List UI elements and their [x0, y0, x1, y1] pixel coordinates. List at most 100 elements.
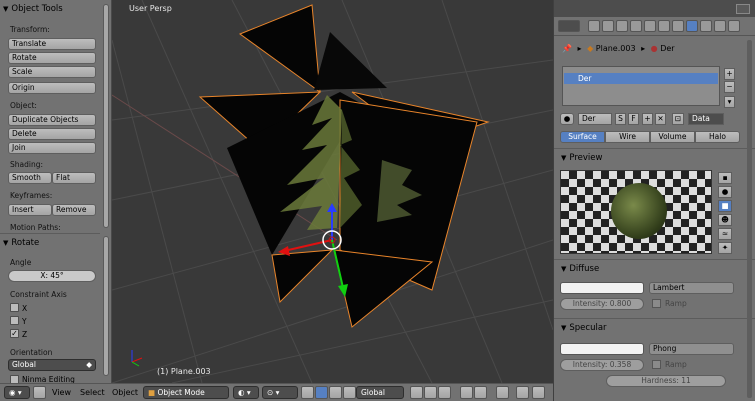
collapse-triangle-icon: ▼	[561, 324, 567, 332]
manipulator-toggle-icon[interactable]	[301, 386, 314, 399]
origin-button[interactable]: Origin	[8, 82, 96, 94]
remove-slot-button[interactable]: −	[724, 81, 735, 93]
new-material-button[interactable]: +	[642, 113, 653, 125]
3d-viewport[interactable]: User Persp (1) Plane.003	[112, 0, 553, 383]
duplicate-objects-button[interactable]: Duplicate Objects	[8, 114, 96, 126]
preview-flat-icon[interactable]: ▪	[718, 172, 732, 184]
snap-element-icon[interactable]	[474, 386, 487, 399]
translate-manipulator-icon[interactable]	[315, 386, 328, 399]
render-tab-icon[interactable]	[588, 20, 600, 32]
viewport-shading-select[interactable]: ◐ ▾	[233, 386, 259, 399]
link-value: Data	[692, 114, 710, 123]
material-slot-list: Der	[562, 66, 720, 106]
editor-type-icon[interactable]	[558, 20, 580, 32]
insert-keyframe-button[interactable]: Insert	[8, 204, 52, 216]
specular-color-swatch[interactable]	[560, 343, 644, 355]
menu-collapse-icon[interactable]	[33, 386, 46, 399]
view-menu[interactable]: View	[52, 388, 71, 397]
collapse-triangle-icon: ▼	[3, 239, 9, 247]
layer-button-2-icon[interactable]	[424, 386, 437, 399]
smooth-button[interactable]: Smooth	[8, 172, 52, 184]
translate-button[interactable]: Translate	[8, 38, 96, 50]
pivot-point-select[interactable]: ⊙ ▾	[262, 386, 298, 399]
proportional-edit-icon[interactable]	[496, 386, 509, 399]
select-menu[interactable]: Select	[80, 388, 105, 397]
tab-wire[interactable]: Wire	[605, 131, 650, 143]
tab-halo[interactable]: Halo	[695, 131, 740, 143]
angle-field[interactable]: X: 45°	[8, 270, 96, 282]
preview-hair-icon[interactable]: ≈	[718, 228, 732, 240]
browse-material-icon[interactable]: ●	[560, 113, 574, 125]
specular-shader-select[interactable]: Phong	[649, 343, 734, 355]
fake-user-button[interactable]: S	[615, 113, 626, 125]
tab-surface[interactable]: Surface	[560, 131, 605, 143]
constraints-tab-icon[interactable]	[644, 20, 656, 32]
world-tab-icon[interactable]	[616, 20, 628, 32]
orientation-select[interactable]: Global ◆	[8, 359, 96, 371]
texture-tab-icon[interactable]	[700, 20, 712, 32]
particles-tab-icon[interactable]	[714, 20, 726, 32]
pin-icon[interactable]: 📌	[562, 44, 572, 53]
remove-keyframe-button[interactable]: Remove	[52, 204, 96, 216]
layer-button-1-icon[interactable]	[410, 386, 423, 399]
diffuse-shader-select[interactable]: Lambert	[649, 282, 734, 294]
mode-select[interactable]: ■ Object Mode	[143, 386, 229, 399]
physics-tab-icon[interactable]	[728, 20, 740, 32]
diffuse-color-swatch[interactable]	[560, 282, 644, 294]
preview-sphere-icon[interactable]: ●	[718, 186, 732, 198]
corner-widget-icon[interactable]	[736, 4, 750, 14]
material-slot-item[interactable]: Der	[564, 73, 718, 84]
diffuse-intensity-slider[interactable]: Intensity: 0.800	[560, 298, 644, 310]
axis-z-checkbox[interactable]: ✓	[10, 329, 19, 338]
editor-type-select[interactable]: ◉ ▾	[4, 386, 30, 399]
rotate-manipulator-icon[interactable]	[329, 386, 342, 399]
object-tools-panel-title[interactable]: ▼ Object Tools	[3, 4, 63, 14]
object-tab-icon[interactable]	[630, 20, 642, 32]
rotate-button[interactable]: Rotate	[8, 52, 96, 64]
slot-specials-button[interactable]: ▾	[724, 96, 735, 108]
render-anim-icon[interactable]	[532, 386, 545, 399]
scale-button[interactable]: Scale	[8, 66, 96, 78]
material-name-field[interactable]: Der	[578, 113, 612, 125]
rotate-operator-panel-title[interactable]: ▼ Rotate	[3, 238, 39, 248]
material-tab-icon[interactable]	[686, 20, 698, 32]
link-select[interactable]: Data	[688, 113, 724, 125]
transform-orientation-value: Global	[361, 388, 385, 397]
layer-button-3-icon[interactable]	[438, 386, 451, 399]
hardness-field[interactable]: Hardness: 11	[606, 375, 726, 387]
flat-button[interactable]: Flat	[52, 172, 96, 184]
render-still-icon[interactable]	[516, 386, 529, 399]
object-menu[interactable]: Object	[112, 388, 138, 397]
preview-panel-header[interactable]: ▼ Preview	[561, 153, 602, 163]
modifiers-tab-icon[interactable]	[658, 20, 670, 32]
transform-orientation-select[interactable]: Global	[356, 386, 404, 399]
snap-toggle-icon[interactable]	[460, 386, 473, 399]
users-f-button[interactable]: F	[628, 113, 639, 125]
diffuse-panel-header[interactable]: ▼ Diffuse	[561, 264, 599, 274]
viewport-scene	[112, 0, 553, 383]
diffuse-ramp-checkbox[interactable]	[652, 299, 661, 308]
scale-manipulator-icon[interactable]	[343, 386, 356, 399]
specular-ramp-checkbox[interactable]	[652, 360, 661, 369]
scene-tab-icon[interactable]	[602, 20, 614, 32]
orientation-label: Orientation	[10, 348, 53, 357]
preview-sky-icon[interactable]: ✦	[718, 242, 732, 254]
tab-volume[interactable]: Volume	[650, 131, 695, 143]
unlink-material-button[interactable]: ✕	[655, 113, 666, 125]
specular-panel-header[interactable]: ▼ Specular	[561, 323, 607, 333]
properties-scrollbar[interactable]	[747, 40, 752, 398]
preview-cube-icon[interactable]: ■	[718, 200, 732, 212]
tool-shelf-scrollbar[interactable]	[103, 4, 109, 228]
data-tab-icon[interactable]	[672, 20, 684, 32]
breadcrumb-separator-icon: ▸	[577, 44, 582, 53]
axis-y-checkbox[interactable]	[10, 316, 19, 325]
add-slot-button[interactable]: +	[724, 68, 735, 80]
preview-monkey-icon[interactable]: ☻	[718, 214, 732, 226]
orientation-value: Global	[12, 360, 36, 369]
join-button[interactable]: Join	[8, 142, 96, 154]
operator-scrollbar[interactable]	[103, 236, 109, 376]
delete-button[interactable]: Delete	[8, 128, 96, 140]
link-icon[interactable]: ⊡	[672, 113, 684, 125]
axis-x-checkbox[interactable]	[10, 303, 19, 312]
specular-intensity-slider[interactable]: Intensity: 0.358	[560, 359, 644, 371]
